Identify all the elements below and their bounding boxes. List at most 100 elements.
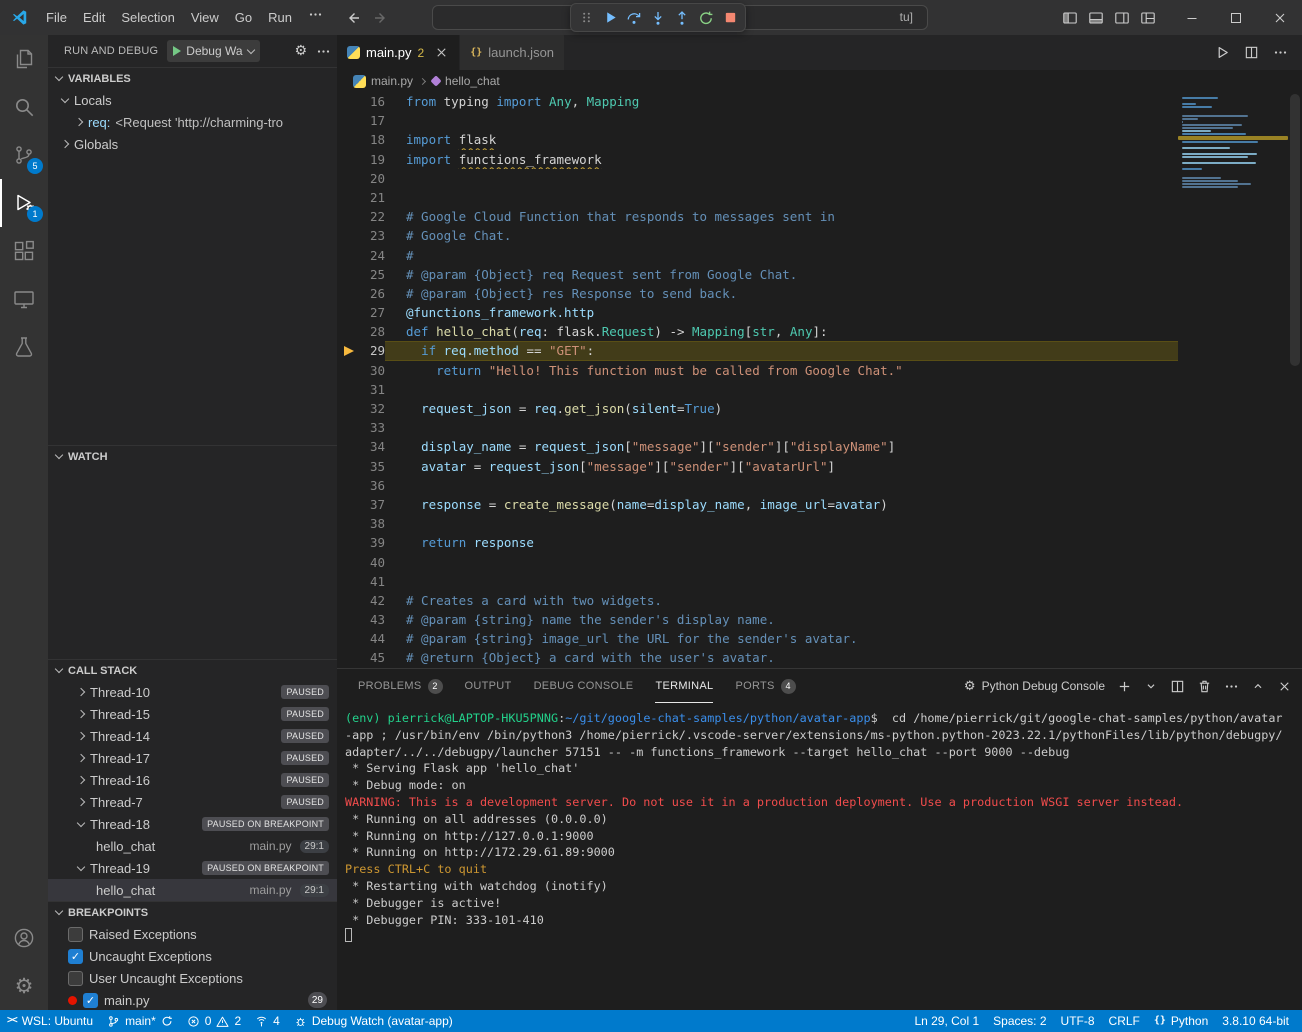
menu-edit[interactable]: Edit <box>75 7 113 29</box>
callstack-thread[interactable]: Thread-19PAUSED ON BREAKPOINT <box>48 857 337 879</box>
problems-status[interactable]: 02 <box>180 1010 248 1032</box>
minimize-button[interactable] <box>1170 0 1214 35</box>
breakpoints-section-header[interactable]: BREAKPOINTS <box>48 901 337 923</box>
menu-view[interactable]: View <box>183 7 227 29</box>
scope-item[interactable]: Globals <box>48 133 337 155</box>
language-mode[interactable]: {}Python <box>1147 1010 1215 1032</box>
breakpoint-item[interactable]: Raised Exceptions <box>48 923 337 945</box>
start-debug-icon[interactable] <box>173 46 181 56</box>
git-branch[interactable]: main* <box>100 1010 180 1032</box>
toggle-secondary-sidebar-button[interactable] <box>1114 10 1130 26</box>
menu-file[interactable]: File <box>38 7 75 29</box>
python-interpreter[interactable]: 3.8.10 64-bit <box>1215 1010 1296 1032</box>
ports-status[interactable]: 4 <box>248 1010 287 1032</box>
activitybar-search[interactable] <box>0 83 48 131</box>
step-into-button[interactable] <box>646 6 670 30</box>
breakpoint-checkbox[interactable] <box>68 927 83 942</box>
cursor-position[interactable]: Ln 29, Col 1 <box>907 1010 986 1032</box>
menu-selection[interactable]: Selection <box>113 7 182 29</box>
indentation[interactable]: Spaces: 2 <box>986 1010 1053 1032</box>
callstack-thread[interactable]: Thread-10PAUSED <box>48 681 337 703</box>
remote-indicator[interactable]: ><WSL: Ubuntu <box>0 1010 100 1032</box>
panel-tab-output[interactable]: OUTPUT <box>465 669 512 703</box>
tab-close-icon[interactable] <box>434 45 449 60</box>
breakpoint-checkbox[interactable]: ✓ <box>68 949 83 964</box>
debug-settings-gear-icon[interactable]: ⚙ <box>294 44 307 58</box>
panel-tab-ports[interactable]: PORTS4 <box>735 669 795 703</box>
scope-item[interactable]: Locals <box>48 89 337 111</box>
callstack-thread[interactable]: Thread-17PAUSED <box>48 747 337 769</box>
terminal-profile-dropdown[interactable] <box>1144 679 1158 693</box>
call-stack-section-header[interactable]: CALL STACK <box>48 659 337 681</box>
new-terminal-button[interactable] <box>1117 679 1132 694</box>
panel-tab-debug-console[interactable]: DEBUG CONSOLE <box>534 669 634 703</box>
breadcrumb-item[interactable]: main.py <box>353 74 413 88</box>
minimap[interactable] <box>1178 94 1288 668</box>
callstack-thread[interactable]: Thread-14PAUSED <box>48 725 337 747</box>
run-python-file-button[interactable] <box>1215 45 1230 60</box>
panel-more-actions[interactable] <box>1224 679 1239 694</box>
watch-section-header[interactable]: WATCH <box>48 445 337 467</box>
customize-layout-button[interactable] <box>1140 10 1156 26</box>
toggle-sidebar-button[interactable] <box>1062 10 1078 26</box>
nav-forward-icon[interactable] <box>373 10 389 26</box>
activitybar-remote-explorer[interactable] <box>0 275 48 323</box>
breadcrumb-item[interactable]: hello_chat <box>432 74 500 88</box>
tab-label: main.py <box>366 45 412 60</box>
stop-button[interactable] <box>718 6 742 30</box>
callstack-thread[interactable]: Thread-7PAUSED <box>48 791 337 813</box>
split-terminal-button[interactable] <box>1170 679 1185 694</box>
breakpoint-item[interactable]: User Uncaught Exceptions <box>48 967 337 989</box>
breakpoint-checkbox[interactable]: ✓ <box>83 993 98 1008</box>
callstack-thread[interactable]: Thread-15PAUSED <box>48 703 337 725</box>
callstack-frame[interactable]: hello_chatmain.py29:1 <box>48 879 337 901</box>
eol[interactable]: CRLF <box>1102 1010 1147 1032</box>
editor-more-actions[interactable] <box>1273 45 1288 60</box>
terminal-list-item[interactable]: ⚙ Python Debug Console <box>964 679 1105 693</box>
encoding[interactable]: UTF-8 <box>1054 1010 1102 1032</box>
restart-button[interactable] <box>694 6 718 30</box>
activitybar-testing[interactable] <box>0 323 48 371</box>
activitybar-run-and-debug[interactable]: 1 <box>0 179 48 227</box>
activitybar-accounts[interactable] <box>0 914 48 962</box>
watch-section: WATCH <box>48 445 337 659</box>
callstack-thread[interactable]: Thread-18PAUSED ON BREAKPOINT <box>48 813 337 835</box>
step-into-icon <box>650 10 666 26</box>
split-editor-button[interactable] <box>1244 45 1259 60</box>
close-panel-button[interactable] <box>1277 679 1292 694</box>
menu-overflow-button[interactable] <box>300 7 331 29</box>
close-window-button[interactable] <box>1258 0 1302 35</box>
maximize-button[interactable] <box>1214 0 1258 35</box>
callstack-frame[interactable]: hello_chatmain.py29:1 <box>48 835 337 857</box>
activitybar-manage[interactable]: ⚙ <box>0 962 48 1010</box>
step-out-button[interactable] <box>670 6 694 30</box>
sidebar-more-icon[interactable] <box>316 44 331 59</box>
editor-scrollbar[interactable] <box>1288 92 1302 668</box>
debug-config-dropdown[interactable]: Debug Wa <box>167 40 259 62</box>
step-over-button[interactable] <box>622 6 646 30</box>
terminal[interactable]: (env) pierrick@LAPTOP-HKU5PNNG:~/git/goo… <box>337 703 1302 1010</box>
breakpoint-item[interactable]: ✓Uncaught Exceptions <box>48 945 337 967</box>
panel-tab-terminal[interactable]: TERMINAL <box>655 669 713 703</box>
maximize-panel-button[interactable] <box>1251 679 1265 693</box>
callstack-thread[interactable]: Thread-16PAUSED <box>48 769 337 791</box>
panel-tab-problems[interactable]: PROBLEMS2 <box>358 669 443 703</box>
debug-status[interactable]: Debug Watch (avatar-app) <box>287 1010 460 1032</box>
activitybar-explorer[interactable] <box>0 35 48 83</box>
kill-terminal-button[interactable] <box>1197 679 1212 694</box>
variable-item[interactable]: req:<Request 'http://charming-tro <box>48 111 337 133</box>
menu-run[interactable]: Run <box>260 7 300 29</box>
breakpoint-item[interactable]: ✓main.py29 <box>48 989 337 1010</box>
tab-main-py[interactable]: main.py2 <box>337 35 460 70</box>
activitybar-extensions[interactable] <box>0 227 48 275</box>
breakpoint-checkbox[interactable] <box>68 971 83 986</box>
nav-back-icon[interactable] <box>345 10 361 26</box>
continue-button[interactable] <box>598 6 622 30</box>
editor-actions <box>1215 35 1302 70</box>
activitybar-source-control[interactable]: 5 <box>0 131 48 179</box>
tab-launch-json[interactable]: {}launch.json <box>460 35 565 70</box>
menu-go[interactable]: Go <box>227 7 260 29</box>
toggle-panel-button[interactable] <box>1088 10 1104 26</box>
variables-section-header[interactable]: VARIABLES <box>48 67 337 89</box>
code-editor[interactable]: 16from typing import Any, Mapping1718imp… <box>337 92 1302 668</box>
